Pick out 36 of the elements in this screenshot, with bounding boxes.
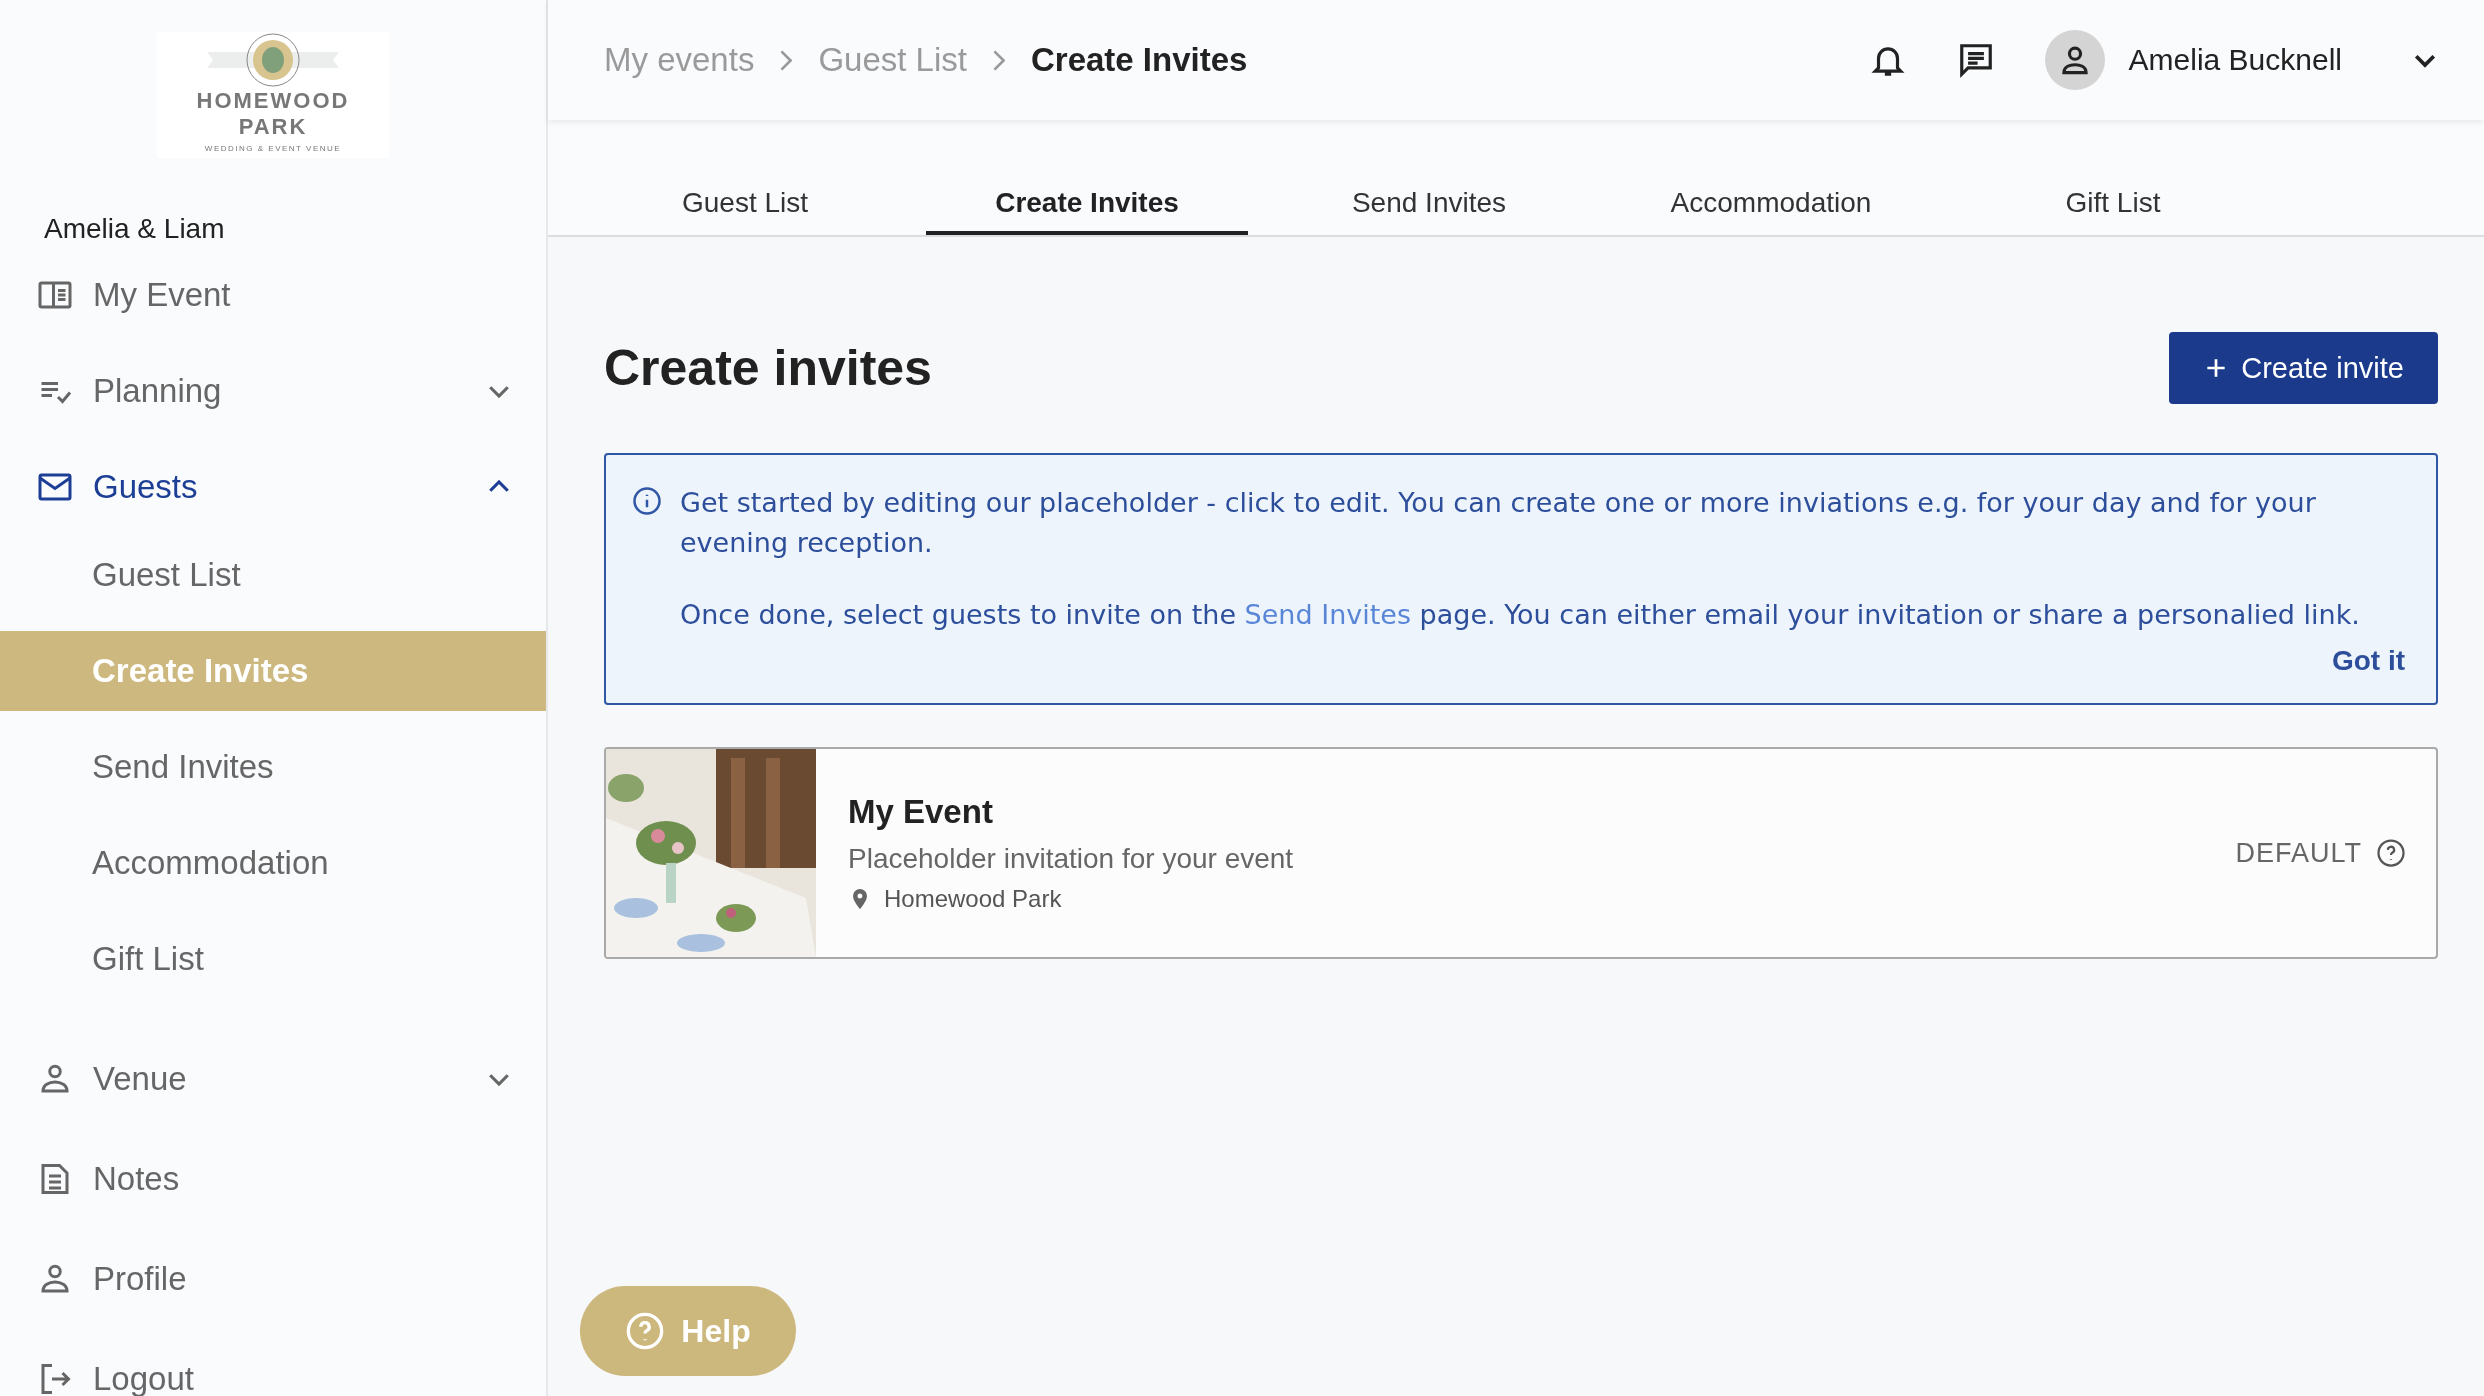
sidebar-item[interactable]: Venue [0, 1031, 546, 1127]
chevron-icon [780, 49, 793, 71]
couple-name: Amelia & Liam [44, 212, 226, 246]
sidebar-item[interactable]: My Event [0, 247, 546, 343]
invitation-location: Homewood Park [884, 885, 1062, 913]
page-title: Create invites [604, 339, 932, 397]
sidebar-item[interactable]: Profile [0, 1231, 546, 1327]
info-text: Get started by editing our placeholder - click to edit. You can create one or more inviations e.g. for your day and for your evening reception. [680, 486, 2317, 560]
sidebar-item[interactable]: Notes [0, 1131, 546, 1227]
sidebar-subitem[interactable]: Send Invites [0, 727, 546, 807]
sidebar-subitem[interactable]: Gift List [0, 919, 546, 999]
default-label: DEFAULT [2235, 837, 2362, 869]
breadcrumb-link[interactable]: Create Invites [1030, 41, 1248, 79]
invitation-title: My Event [848, 793, 994, 831]
info-icon [632, 486, 662, 516]
send-invites-link[interactable]: Send Invites [1244, 599, 1411, 630]
sidebar-subitem[interactable]: Guest List [0, 535, 546, 615]
help-icon [625, 1311, 666, 1351]
info-text: Once done, select guests to invite on the Send Invites page. You can either email your invitation or share a personalied link. [680, 598, 2361, 632]
logo-tagline: WEDDING & EVENT VENUE [204, 144, 342, 153]
tab[interactable]: Create Invites [926, 187, 1248, 235]
sidebar-subitem[interactable]: Accommodation [0, 823, 546, 903]
tab[interactable]: Guest List [584, 187, 906, 235]
sidebar-item[interactable]: Guests [0, 439, 546, 535]
tab[interactable]: Send Invites [1268, 187, 1590, 235]
tab[interactable]: Accommodation [1610, 187, 1932, 235]
help-icon[interactable] [2376, 838, 2406, 868]
chevron-icon [992, 49, 1005, 71]
create-invite-button[interactable]: Create invite [2169, 332, 2438, 404]
logo-name: HOMEWOOD PARK [196, 88, 350, 140]
user-name[interactable]: Amelia Bucknell [2128, 43, 2342, 77]
got-it-button[interactable]: Got it [2331, 645, 2405, 677]
invitation-card[interactable]: My Event Placeholder invitation for your event Homewood Park DEFAULT [604, 747, 2438, 959]
sidebar-item[interactable]: Planning [0, 343, 546, 439]
invitation-description: Placeholder invitation for your event [848, 843, 1295, 875]
tab[interactable]: Gift List [1952, 187, 2274, 235]
